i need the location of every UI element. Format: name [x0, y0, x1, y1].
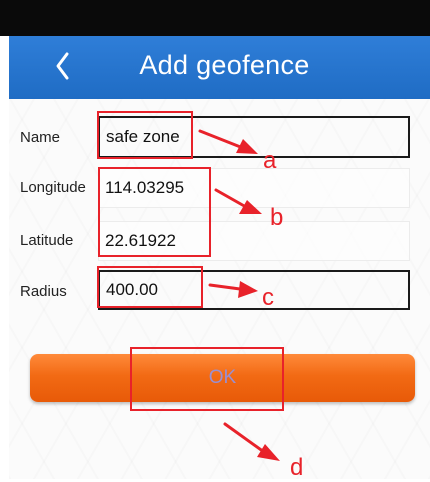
- annotation-label-a: a: [263, 147, 277, 174]
- longitude-label: Longitude: [20, 179, 86, 196]
- ok-button[interactable]: OK: [30, 354, 415, 402]
- page-title: Add geofence: [139, 50, 310, 80]
- annotation-label-b: b: [270, 204, 284, 231]
- annotation-label-c: c: [262, 284, 274, 311]
- name-label: Name: [20, 129, 61, 146]
- ok-button-label: OK: [208, 367, 237, 388]
- latitude-field[interactable]: [98, 221, 410, 261]
- status-bar: [0, 0, 430, 36]
- radius-field[interactable]: [98, 270, 410, 310]
- latitude-label: Latitude: [20, 232, 74, 249]
- radius-label: Radius: [20, 283, 67, 300]
- nav-bar: Add geofence: [9, 36, 430, 99]
- name-field[interactable]: [98, 116, 410, 158]
- longitude-field[interactable]: [98, 168, 410, 208]
- annotation-label-d: d: [290, 454, 304, 481]
